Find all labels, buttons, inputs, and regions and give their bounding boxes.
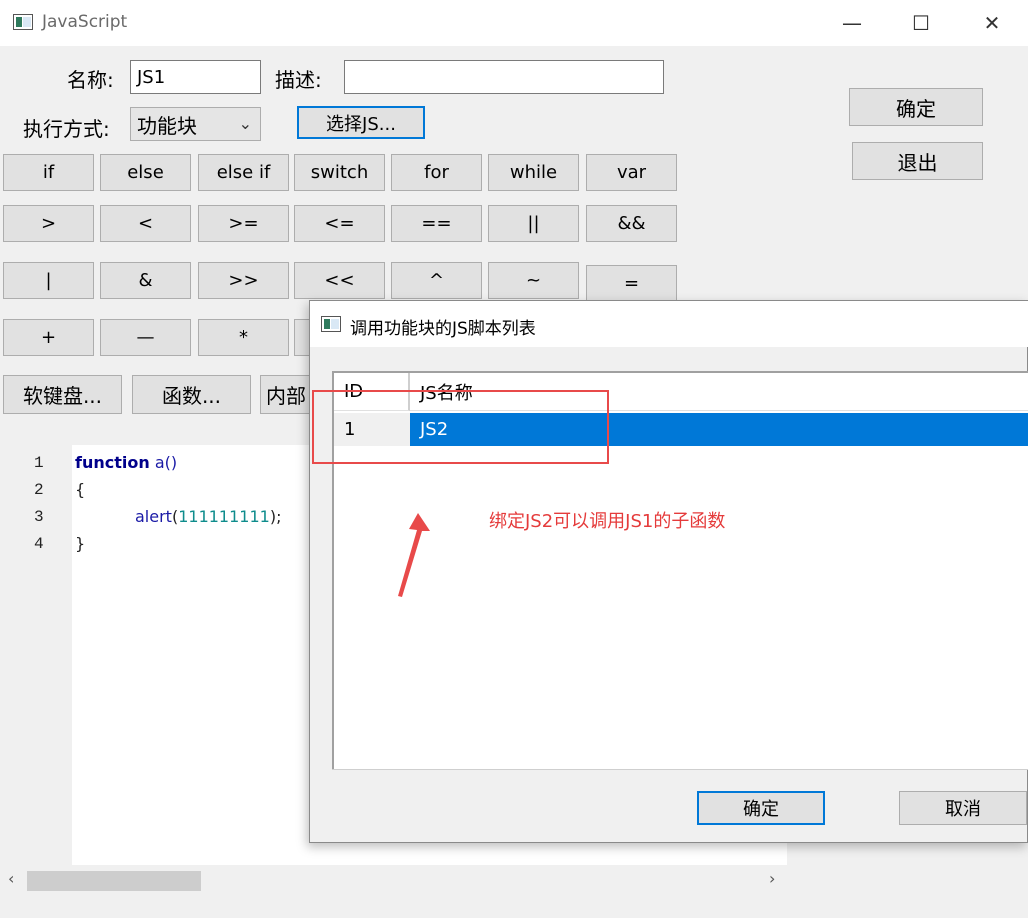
annotation-highlight-box xyxy=(312,390,609,464)
keypad-button-row2-5[interactable]: || xyxy=(488,205,579,242)
number-literal: 111111111 xyxy=(178,507,270,526)
keypad-button-row1-0[interactable]: if xyxy=(3,154,94,191)
line-number: 3 xyxy=(34,508,44,526)
dialog-app-icon xyxy=(321,316,341,332)
keypad-button-row3-4[interactable]: ^ xyxy=(391,262,482,299)
functions-button[interactable]: 函数... xyxy=(132,375,251,414)
line-number-gutter: 1 2 3 4 xyxy=(0,445,72,865)
dialog-title: 调用功能块的JS脚本列表 xyxy=(350,319,536,339)
keypad-button-row4-2[interactable]: * xyxy=(198,319,289,356)
select-js-button[interactable]: 选择JS... xyxy=(297,106,425,139)
code-line-2: { xyxy=(75,480,86,499)
keypad-button-row3-5[interactable]: ~ xyxy=(488,262,579,299)
scroll-left-icon[interactable]: ‹ xyxy=(8,869,14,888)
function-name: a() xyxy=(149,453,178,472)
keypad-button-row3-6[interactable]: = xyxy=(586,265,677,301)
alert-call: alert xyxy=(135,507,172,526)
ok-button[interactable]: 确定 xyxy=(849,88,983,126)
line-number: 1 xyxy=(34,454,44,472)
keypad-button-row1-2[interactable]: else if xyxy=(198,154,289,191)
close-icon: ✕ xyxy=(983,11,1001,35)
maximize-icon: ☐ xyxy=(912,11,930,35)
maximize-button[interactable]: ☐ xyxy=(891,0,951,46)
keypad-button-row1-1[interactable]: else xyxy=(100,154,191,191)
keypad-button-row1-4[interactable]: for xyxy=(391,154,482,191)
keypad-button-row2-1[interactable]: < xyxy=(100,205,191,242)
execution-mode-select[interactable]: 功能块 ⌄ xyxy=(130,107,261,141)
keypad-button-row2-0[interactable]: > xyxy=(3,205,94,242)
execution-mode-label: 执行方式: xyxy=(23,117,110,141)
paren-close: ); xyxy=(269,507,282,526)
keypad-button-row1-6[interactable]: var xyxy=(586,154,677,191)
line-number: 4 xyxy=(34,535,44,553)
annotation-text: 绑定JS2可以调用JS1的子函数 xyxy=(489,511,726,532)
keypad-button-row1-3[interactable]: switch xyxy=(294,154,385,191)
description-input[interactable] xyxy=(344,60,664,94)
keypad-button-row3-3[interactable]: << xyxy=(294,262,385,299)
keypad-button-row2-2[interactable]: >= xyxy=(198,205,289,242)
close-button[interactable]: ✕ xyxy=(962,0,1022,46)
keypad-button-row3-2[interactable]: >> xyxy=(198,262,289,299)
keypad-button-row2-4[interactable]: == xyxy=(391,205,482,242)
keypad-button-row3-1[interactable]: & xyxy=(100,262,191,299)
dialog-ok-button[interactable]: 确定 xyxy=(697,791,825,825)
name-label: 名称: xyxy=(67,68,114,92)
code-line-4: } xyxy=(75,534,86,553)
code-line-1: function a() xyxy=(75,453,177,472)
table-bottom-divider xyxy=(332,769,1028,770)
dialog-cancel-button[interactable]: 取消 xyxy=(899,791,1027,825)
app-icon xyxy=(13,14,33,30)
minimize-button[interactable]: — xyxy=(822,0,882,46)
keypad-button-row3-0[interactable]: | xyxy=(3,262,94,299)
scroll-right-icon[interactable]: › xyxy=(769,869,775,888)
keypad-button-row1-5[interactable]: while xyxy=(488,154,579,191)
minimize-icon: — xyxy=(842,11,862,35)
keypad-button-row2-6[interactable]: && xyxy=(586,205,677,242)
horizontal-scrollbar[interactable]: ‹ › xyxy=(0,866,787,894)
keypad-button-row2-3[interactable]: <= xyxy=(294,205,385,242)
keypad-button-row4-1[interactable]: — xyxy=(100,319,191,356)
description-label: 描述: xyxy=(275,68,322,92)
title-bar: JavaScript — ☐ ✕ xyxy=(0,0,1028,46)
soft-keyboard-button[interactable]: 软键盘... xyxy=(3,375,122,414)
line-number: 2 xyxy=(34,481,44,499)
name-input[interactable]: JS1 xyxy=(130,60,261,94)
dialog-title-bar: 调用功能块的JS脚本列表 xyxy=(310,301,1028,347)
exit-button[interactable]: 退出 xyxy=(852,142,983,180)
window-title: JavaScript xyxy=(42,12,128,32)
execution-mode-value: 功能块 xyxy=(137,113,197,138)
keypad-button-row4-0[interactable]: + xyxy=(3,319,94,356)
chevron-down-icon: ⌄ xyxy=(238,114,252,133)
annotation-arrow-icon xyxy=(398,513,430,597)
keyword-function: function xyxy=(75,453,150,472)
code-line-3: alert(111111111); xyxy=(135,507,281,526)
scrollbar-thumb[interactable] xyxy=(27,871,201,891)
